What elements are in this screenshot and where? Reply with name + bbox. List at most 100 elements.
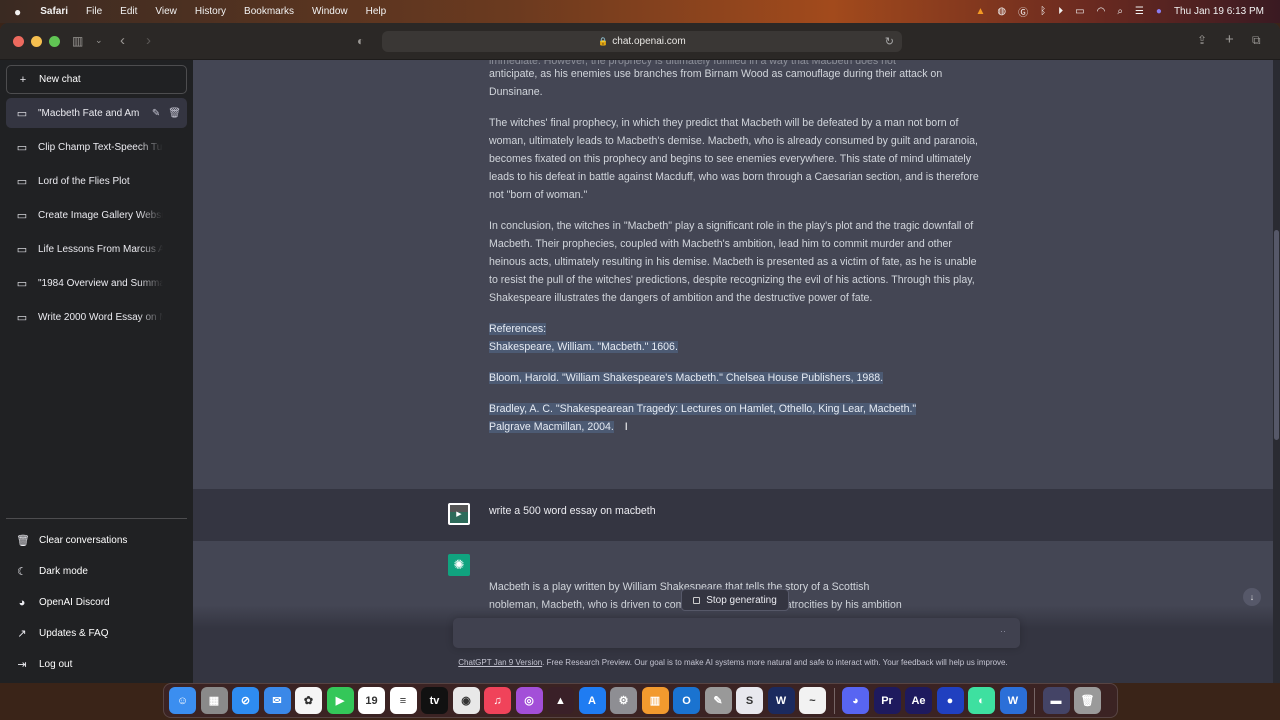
reference-item: Bloom, Harold. "William Shakespeare's Ma… xyxy=(489,372,884,384)
lock-icon: 🔒 xyxy=(598,37,609,46)
scroll-down-button[interactable]: ↓ xyxy=(1243,588,1261,606)
dock-mail-icon[interactable]: ✉ xyxy=(263,687,291,714)
sidebar-toggle-icon[interactable]: ▥ xyxy=(72,34,83,48)
dock-podcast-app-icon[interactable]: ● xyxy=(936,687,964,714)
reload-icon[interactable]: ↻ xyxy=(885,35,894,48)
menu-bookmarks[interactable]: Bookmarks xyxy=(235,6,303,17)
dock-messages-app-icon[interactable]: ◐ xyxy=(968,687,995,714)
new-chat-button[interactable]: + New chat xyxy=(6,65,187,94)
chat-item[interactable]: ▭ Life Lessons From Marcus Au xyxy=(6,234,187,264)
dock-discord-icon[interactable]: ◕ xyxy=(842,687,869,714)
chat-title: Lord of the Flies Plot xyxy=(38,175,130,187)
paragraph: anticipate, as his enemies use branches … xyxy=(489,68,943,98)
dock-apple-tv-icon[interactable]: tv xyxy=(421,687,448,714)
dock-music-icon[interactable]: ♫ xyxy=(484,687,511,714)
dock-freeform-icon[interactable]: ~ xyxy=(799,687,826,714)
dock-books-icon[interactable]: ▥ xyxy=(641,687,669,714)
vlc-icon[interactable]: ▲ xyxy=(969,6,991,17)
chat-title: Life Lessons From Marcus Au xyxy=(38,243,163,255)
trash-icon[interactable]: 🗑 xyxy=(168,108,181,119)
chat-bubble-icon: ▭ xyxy=(16,209,28,222)
stop-generating-button[interactable]: Stop generating xyxy=(681,589,789,611)
zoom-window-button[interactable] xyxy=(49,36,60,47)
chat-item[interactable]: ▭ Create Image Gallery Website xyxy=(6,200,187,230)
message-input[interactable]: ·· xyxy=(453,618,1020,648)
share-icon[interactable]: ⇪ xyxy=(1197,33,1207,47)
openai-discord-link[interactable]: ◕ OpenAI Discord xyxy=(6,587,187,618)
log-out-label: Log out xyxy=(39,659,73,670)
menu-window[interactable]: Window xyxy=(303,6,357,17)
menu-help[interactable]: Help xyxy=(357,6,396,17)
minimize-window-button[interactable] xyxy=(31,36,42,47)
chat-item[interactable]: ▭ Clip Champ Text-Speech Tut xyxy=(6,132,187,162)
wifi-icon[interactable]: ◠ xyxy=(1091,6,1112,17)
search-icon[interactable]: ⌕ xyxy=(1111,6,1129,17)
chat-item[interactable]: ▭ Write 2000 Word Essay on M xyxy=(6,302,187,332)
log-out-button[interactable]: ⇥ Log out xyxy=(6,649,187,680)
menu-history[interactable]: History xyxy=(186,6,235,17)
dock-vlc-icon[interactable]: ▲ xyxy=(547,687,574,714)
grammarly-icon[interactable]: Ⓖ xyxy=(1012,4,1034,19)
chat-item[interactable]: ▭ "1984 Overview and Summar xyxy=(6,268,187,298)
menu-app-name[interactable]: Safari xyxy=(31,6,77,17)
dock-ae-document-icon[interactable]: ▬ xyxy=(1042,687,1070,714)
dock-podcasts-icon[interactable]: ◎ xyxy=(515,687,543,714)
dock-app-store-icon[interactable]: A xyxy=(578,687,606,714)
version-link[interactable]: ChatGPT Jan 9 Version xyxy=(458,658,542,667)
dock-premiere-pro-icon[interactable]: Pr xyxy=(873,687,901,714)
dock-facetime-icon[interactable]: ▶ xyxy=(326,687,354,714)
dock-script-editor-icon[interactable]: ✎ xyxy=(704,687,732,714)
dock-photos-icon[interactable]: ✿ xyxy=(295,687,322,714)
privacy-shield-icon[interactable]: ◐ xyxy=(357,34,364,48)
scrollbar-thumb[interactable] xyxy=(1274,230,1279,440)
edit-icon[interactable]: ✎ xyxy=(152,108,160,119)
dock-microsoft-word-icon[interactable]: W xyxy=(999,687,1027,714)
dock-trash-icon[interactable]: 🗑 xyxy=(1074,687,1101,714)
reference-item-cont: Palgrave Macmillan, 2004. xyxy=(489,421,614,433)
dark-mode-label: Dark mode xyxy=(39,566,88,577)
chat-bubble-icon: ▭ xyxy=(16,277,28,290)
new-tab-icon[interactable]: + xyxy=(1225,31,1234,48)
dock-outlook-icon[interactable]: O xyxy=(673,687,700,714)
dock-after-effects-icon[interactable]: Ae xyxy=(905,687,932,714)
tab-overview-icon[interactable]: ⧉ xyxy=(1252,33,1261,48)
dock-calendar-icon[interactable]: 19 xyxy=(358,687,385,714)
scrollbar[interactable] xyxy=(1273,60,1280,683)
menu-edit[interactable]: Edit xyxy=(111,6,146,17)
siri-icon[interactable]: ● xyxy=(1150,6,1168,17)
close-window-button[interactable] xyxy=(13,36,24,47)
text-cursor-icon: I xyxy=(624,421,628,433)
dock-chrome-icon[interactable]: ◉ xyxy=(452,687,480,714)
control-center-icon[interactable]: ☰ xyxy=(1129,6,1150,17)
clear-conversations-button[interactable]: 🗑 Clear conversations xyxy=(6,525,187,556)
url-bar[interactable]: 🔒 chat.openai.com ↻ xyxy=(382,31,902,52)
menu-file[interactable]: File xyxy=(77,6,111,17)
battery-icon[interactable]: ▭ xyxy=(1069,6,1090,17)
dock-launchpad-icon[interactable]: ▦ xyxy=(200,687,228,714)
chevron-down-icon[interactable]: ⌄ xyxy=(95,35,103,46)
apple-menu-icon[interactable]: ● xyxy=(0,5,31,19)
dock-finder-icon[interactable]: ☺ xyxy=(169,687,196,714)
conversation-area: immediate. However, the prophecy is ulti… xyxy=(193,60,1273,683)
chat-title: Write 2000 Word Essay on M xyxy=(38,311,163,323)
chat-bubble-icon: ▭ xyxy=(16,311,28,324)
bluetooth-icon[interactable]: ᛒ xyxy=(1034,6,1052,17)
clock[interactable]: Thu Jan 19 6:13 PM xyxy=(1168,6,1270,17)
play-icon[interactable]: ⏵ xyxy=(1052,6,1069,17)
chat-title: Clip Champ Text-Speech Tut xyxy=(38,141,163,153)
chat-item[interactable]: ▭ Lord of the Flies Plot xyxy=(6,166,187,196)
menu-view[interactable]: View xyxy=(146,6,186,17)
cast-icon[interactable]: ◍ xyxy=(991,6,1012,17)
dock-word-app-icon[interactable]: W xyxy=(767,687,795,714)
dock-scrivener-icon[interactable]: S xyxy=(736,687,763,714)
updates-faq-link[interactable]: ↗ Updates & FAQ xyxy=(6,618,187,649)
updates-faq-label: Updates & FAQ xyxy=(39,628,109,639)
chat-item-macbeth[interactable]: ▭ "Macbeth Fate and Am ✎ 🗑 xyxy=(6,98,187,128)
logout-icon: ⇥ xyxy=(17,659,27,671)
dock-system-settings-icon[interactable]: ⚙ xyxy=(610,687,637,714)
back-icon[interactable]: ‹ xyxy=(120,32,125,49)
dark-mode-button[interactable]: ☾ Dark mode xyxy=(6,556,187,587)
forward-icon[interactable]: › xyxy=(146,32,151,49)
dock-reminders-icon[interactable]: ≡ xyxy=(389,687,417,714)
dock-safari-icon[interactable]: ⊘ xyxy=(232,687,259,714)
